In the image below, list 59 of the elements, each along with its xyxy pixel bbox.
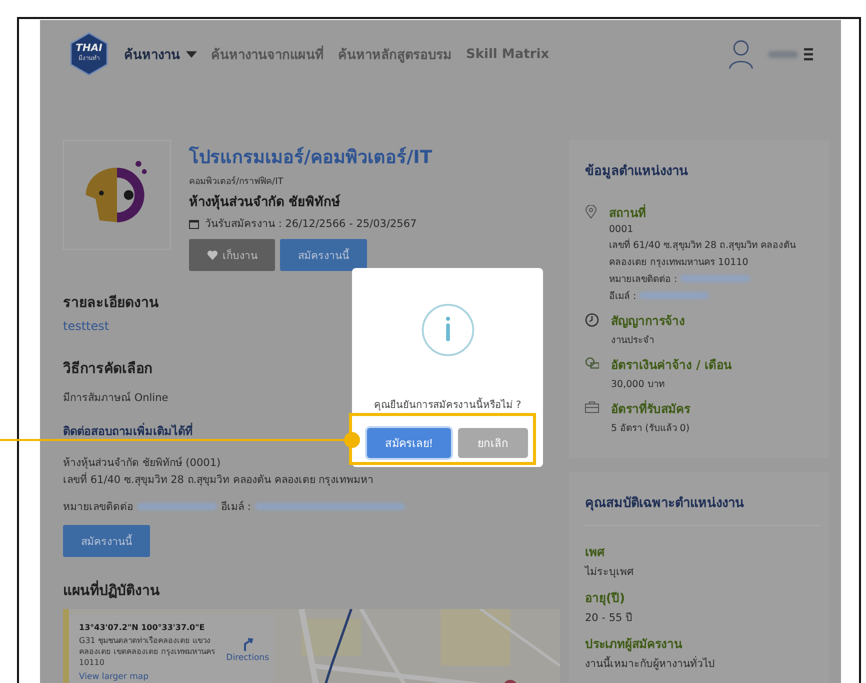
contact-address: เลขที่ 61/40 ซ.สุขุมวิท 28 ถ.สุขุมวิท คลองตัน คลองเตย กรุงเทพมหา <box>63 471 374 488</box>
email-label: อีเมล์ : <box>221 500 251 515</box>
job-title: โปรแกรมเมอร์/คอมพิวเตอร์/IT <box>189 145 432 170</box>
info-value: งานประจำ <box>611 334 654 347</box>
info-value: 5 อัตรา (รับแล้ว 0) <box>611 422 690 435</box>
user-avatar-icon[interactable] <box>728 38 754 70</box>
info-value: 0001 <box>609 224 634 235</box>
section-heading: วิธีการคัดเลือก <box>63 360 152 379</box>
money-icon <box>585 357 599 369</box>
info-value: หมายเลขติดต่อ : <box>609 273 678 286</box>
qualification-value: ไม่ระบุเพศ <box>585 564 634 580</box>
section-heading: รายละเอียดงาน <box>63 294 159 313</box>
clock-icon <box>585 313 599 327</box>
contact-company: ห้างหุ้นส่วนจำกัด ชัยพิทักษ์ (0001) <box>63 456 221 471</box>
info-label: อัตราที่รับสมัคร <box>611 399 690 418</box>
save-job-button[interactable]: เก็บงาน <box>189 239 275 271</box>
apply-button[interactable]: สมัครงานนี้ <box>63 525 150 557</box>
qualification-value: 20 - 55 ปี <box>585 611 633 626</box>
view-larger-map-link[interactable]: View larger map <box>79 672 222 682</box>
heart-icon <box>206 250 218 260</box>
nav-link[interactable]: ค้นหางาน <box>124 44 197 64</box>
confirm-button[interactable]: สมัครเลย! <box>367 428 451 458</box>
briefcase-icon <box>585 401 599 413</box>
info-value: 30,000 บาท <box>611 378 664 391</box>
section-heading: ติดต่อสอบถามเพิ่มเติมได้ที่ <box>63 422 193 440</box>
job-category: คอมพิวเตอร์/กราฟฟิค/IT <box>189 175 284 188</box>
phone-label: หมายเลขติดต่อ <box>63 500 133 515</box>
qualification-label: เพศ <box>585 544 605 561</box>
apply-button[interactable]: สมัครงานนี้ <box>280 239 367 271</box>
map-address: G31 ชุมชนตลาดท่าเรือคลองเตย แขวง คลองเตย เขตคลองเตย กรุงเทพมหานคร 10110 <box>79 636 216 668</box>
info-value: คลองเตย กรุงเทพมหานคร 10110 <box>609 256 748 269</box>
nav-link[interactable]: ค้นหางานจากแผนที่ <box>211 44 324 64</box>
application-dates: วันรับสมัครงาน : 26/12/2566 - 25/03/2567 <box>205 217 417 232</box>
company-name: ห้างหุ้นส่วนจำกัด ชัยพิทักษ์ <box>189 193 341 212</box>
card-heading: คุณสมบัติเฉพาะตำแหน่งงาน <box>585 495 744 513</box>
job-description: testtest <box>63 319 110 333</box>
menu-icon[interactable] <box>804 48 813 60</box>
map-pin-icon <box>585 205 597 219</box>
calendar-icon <box>189 218 199 228</box>
nav-link[interactable]: Skill Matrix <box>466 46 550 62</box>
logo-text: THAI <box>76 43 102 54</box>
map-coordinates: 13°43'07.2"N 100°33'37.0"E <box>79 623 206 632</box>
directions-link[interactable]: Directions <box>226 637 269 663</box>
qualification-label: อายุ(ปี) <box>585 590 625 607</box>
section-heading: แผนที่ปฏิบัติงาน <box>63 579 160 601</box>
info-value: เลขที่ 61/40 ซ.สุขุมวิท 28 ถ.สุขุมวิท คลองตัน <box>609 237 796 252</box>
info-label: อัตราเงินค่าจ้าง / เดือน <box>611 357 732 374</box>
info-label: สัญญาการจ้าง <box>611 313 685 330</box>
nav-link[interactable]: ค้นหาหลักสูตรอบรม <box>338 44 452 64</box>
dialog-message: คุณยืนยันการสมัครงานนี้หรือไม่ ? <box>374 397 522 412</box>
qualification-label: ประเภทผู้สมัครงาน <box>585 636 682 653</box>
card-heading: ข้อมูลตำแหน่งงาน <box>585 162 688 181</box>
selection-method: มีการสัมภาษณ์ Online <box>63 390 168 406</box>
qualification-value: งานนี้เหมาะกับผู้หางานทั่วไป <box>585 655 715 672</box>
info-value: อีเมล์ : <box>609 290 636 303</box>
hexagon-logo-icon[interactable] <box>70 32 108 76</box>
info-label: สถานที่ <box>609 203 646 222</box>
info-icon <box>420 302 476 358</box>
cancel-button[interactable]: ยกเลิก <box>458 428 528 458</box>
